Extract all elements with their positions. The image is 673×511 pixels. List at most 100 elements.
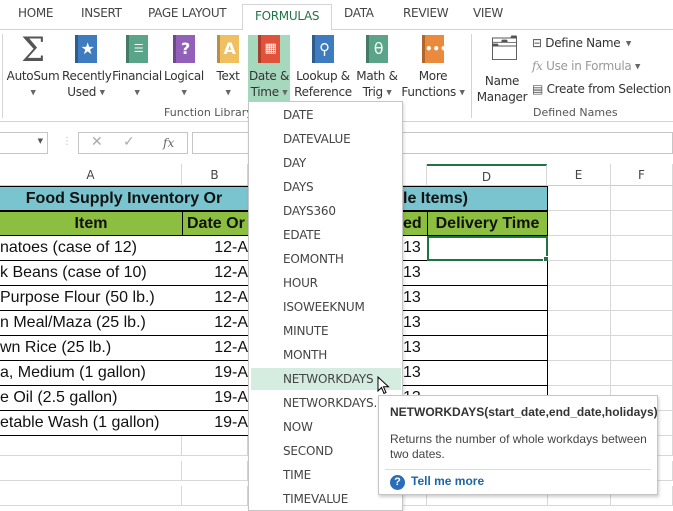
dropdown-arrow-icon: ▼ [134,88,140,97]
tab-formulas[interactable]: FORMULAS [242,4,333,31]
column-header-e[interactable]: E [547,164,611,186]
cell-delivery-time[interactable] [427,286,548,311]
column-header-c[interactable] [403,164,427,186]
column-header-b[interactable]: B [182,164,248,186]
cell-item[interactable]: Purpose Flour (50 lb.) [0,286,183,311]
autosum-button[interactable]: Σ AutoSum ▼ [6,33,60,101]
cell-empty[interactable] [182,436,248,456]
financial-button[interactable]: ☰ Financial ▼ [112,35,162,101]
cell-empty[interactable] [548,186,611,211]
cell-item[interactable]: e Oil (2.5 gallon) [0,386,183,411]
cell-date-ordered[interactable]: 19-A [182,411,249,436]
text-label: Text [216,69,240,83]
cell-date-ordered[interactable]: 12-A [182,261,249,286]
cell-date-ordered[interactable]: 19-A [182,361,249,386]
menu-item-isoweeknum[interactable]: ISOWEEKNUM [251,296,401,318]
cell-date-ordered[interactable]: 12-A [182,311,249,336]
cell-date-delivered[interactable]: 13 [402,336,428,361]
menu-item-datevalue[interactable]: DATEVALUE [251,128,401,150]
more-functions-button[interactable]: ••• More Functions ▼ [401,35,465,101]
define-name-button[interactable]: ⊟ Define Name ▼ [532,36,631,50]
menu-item-month[interactable]: MONTH [251,344,401,366]
math-trig-button[interactable]: θ Math & Trig ▼ [355,35,399,101]
cell-empty[interactable] [548,286,611,311]
tab-home[interactable]: HOME [18,6,54,20]
column-header-d[interactable]: D [427,164,547,186]
menu-item-day[interactable]: DAY [251,152,401,174]
cell-empty[interactable] [548,236,611,261]
menu-item-edate[interactable]: EDATE [251,224,401,246]
header-date-ordered[interactable]: Date Or [182,211,249,236]
tab-review[interactable]: REVIEW [403,6,449,20]
cell-date-ordered[interactable]: 12-A [182,286,249,311]
cell-date-delivered[interactable]: 13 [402,361,428,386]
cell-empty[interactable] [548,311,611,336]
cell-empty[interactable] [182,486,248,506]
cell-delivery-time[interactable] [427,361,548,386]
logical-button[interactable]: ? Logical ▼ [164,35,204,101]
selected-cell-d3[interactable] [427,236,549,262]
menu-item-eomonth[interactable]: EOMONTH [251,248,401,270]
insert-function-icon[interactable]: fx [163,136,174,150]
cell-empty[interactable] [0,461,182,481]
menu-item-days[interactable]: DAYS [251,176,401,198]
cell-empty[interactable] [611,186,673,211]
create-from-selection-button[interactable]: ▤ Create from Selection [532,82,671,96]
cell-empty[interactable] [0,486,182,506]
menu-item-minute[interactable]: MINUTE [251,320,401,342]
name-box[interactable]: ▼ [0,132,48,154]
cell-empty[interactable] [611,361,673,386]
cell-date-delivered[interactable]: 13 [402,236,428,261]
cell-date-ordered[interactable]: 19-A [182,386,249,411]
cell-empty[interactable] [548,336,611,361]
tab-page-layout[interactable]: PAGE LAYOUT [148,6,227,20]
cell-delivery-time[interactable] [427,261,548,286]
menu-item-date[interactable]: DATE [251,104,401,126]
cell-date-delivered[interactable]: 13 [402,261,428,286]
tab-view[interactable]: VIEW [473,6,503,20]
cell-delivery-time[interactable] [427,311,548,336]
enter-icon[interactable]: ✓ [123,134,135,150]
cell-empty[interactable] [611,336,673,361]
cell-date-ordered[interactable]: 12-A [182,336,249,361]
tell-me-more-link[interactable]: ? Tell me more [390,474,484,490]
header-date-delivered[interactable]: ed [402,211,428,236]
recently-used-button[interactable]: ★ Recently Used ▼ [62,35,112,101]
menu-item-days360[interactable]: DAYS360 [251,200,401,222]
cell-empty[interactable] [548,261,611,286]
cell-item[interactable]: etable Wash (1 gallon) [0,411,183,436]
cell-empty[interactable] [611,286,673,311]
name-manager-button[interactable]: 🗂 Name Manager [476,36,528,105]
cell-empty[interactable] [0,436,182,456]
cell-delivery-time[interactable] [427,336,548,361]
cell-empty[interactable] [548,361,611,386]
text-button[interactable]: A Text ▼ [212,35,244,101]
use-in-formula-button[interactable]: fx Use in Formula ▼ [532,59,640,73]
column-header-f[interactable]: F [611,164,673,186]
cell-empty[interactable] [611,311,673,336]
sheet-title-left[interactable]: Food Supply Inventory Or [0,186,249,211]
cell-item[interactable]: a, Medium (1 gallon) [0,361,183,386]
tab-insert[interactable]: INSERT [81,6,122,20]
cell-empty[interactable] [548,211,611,236]
sheet-title-right[interactable]: le Items) [402,186,548,211]
header-delivery-time[interactable]: Delivery Time [427,211,548,236]
cell-empty[interactable] [611,261,673,286]
cell-empty[interactable] [611,211,673,236]
cancel-icon[interactable]: ✕ [91,134,103,150]
header-item[interactable]: Item [0,211,183,236]
tab-data[interactable]: DATA [344,6,374,20]
cell-empty[interactable] [182,461,248,481]
cell-date-delivered[interactable]: 13 [402,311,428,336]
cell-empty[interactable] [611,236,673,261]
menu-item-hour[interactable]: HOUR [251,272,401,294]
drag-handle-icon[interactable]: ⋮ [62,136,72,147]
date-time-button[interactable]: ▦ Date & Time ▼ [248,35,290,106]
cell-item[interactable]: natoes (case of 12) [0,236,183,261]
cell-date-delivered[interactable]: 13 [402,286,428,311]
cell-item[interactable]: n Meal/Maza (25 lb.) [0,311,183,336]
cell-item[interactable]: k Beans (case of 10) [0,261,183,286]
column-header-a[interactable]: A [0,164,182,186]
cell-date-ordered[interactable]: 12-A [182,236,249,261]
cell-item[interactable]: wn Rice (25 lb.) [0,336,183,361]
